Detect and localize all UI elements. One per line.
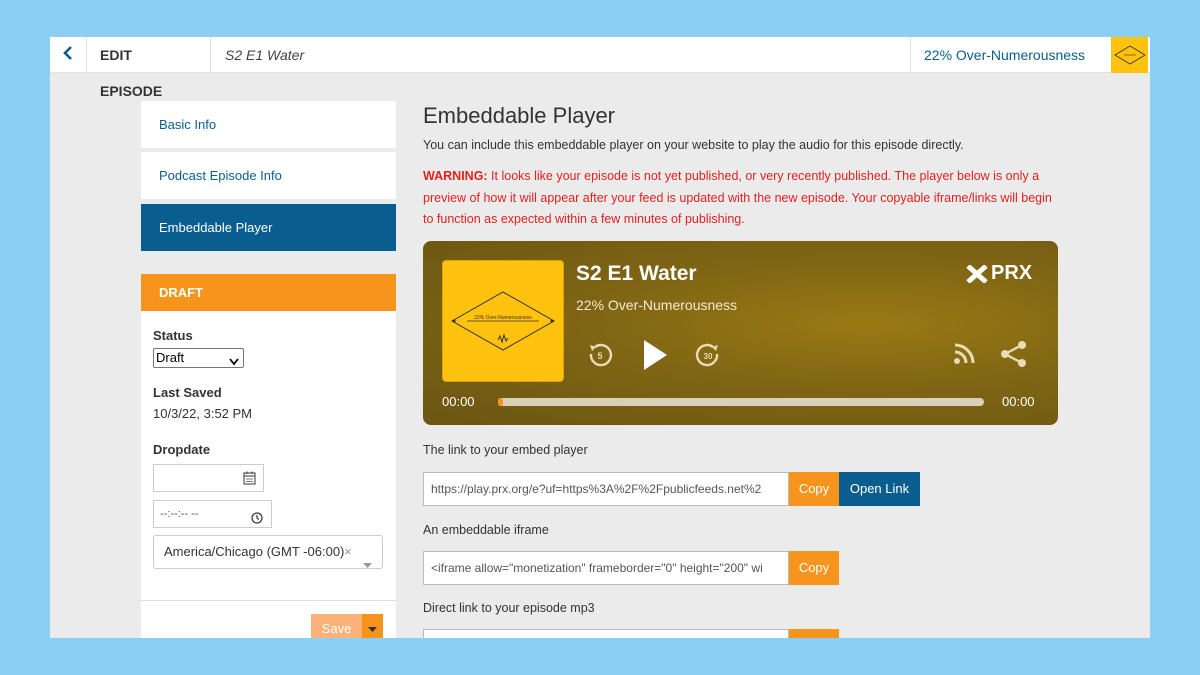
- sidebar-item-basic-info[interactable]: Basic Info: [141, 101, 396, 148]
- chevron-left-icon: [62, 45, 74, 65]
- forward-button[interactable]: 30: [693, 339, 723, 369]
- rewind-button[interactable]: 5: [585, 339, 615, 369]
- status-value: Draft: [156, 350, 185, 365]
- app-window: EDIT EPISODE S2 E1 Water 22% Over-Numero…: [50, 37, 1150, 638]
- iframe-field[interactable]: <iframe allow="monetization" frameborder…: [423, 551, 789, 585]
- status-select[interactable]: Draft: [153, 348, 244, 368]
- iframe-label: An embeddable iframe: [423, 523, 549, 537]
- prx-logo-text: PRX: [991, 262, 1033, 284]
- mp3-link-label: Direct link to your episode mp3: [423, 601, 595, 615]
- dropdate-label: Dropdate: [153, 442, 211, 457]
- warning-text: It looks like your episode is not yet pu…: [423, 169, 1052, 226]
- chevron-down-icon: [363, 549, 372, 581]
- open-link-button[interactable]: Open Link: [839, 472, 920, 506]
- prx-logo: PRX: [966, 262, 1032, 285]
- timezone-select[interactable]: America/Chicago (GMT -06:00) ×: [153, 535, 383, 569]
- copy-mp3-button[interactable]: [789, 629, 839, 638]
- share-button[interactable]: [999, 339, 1029, 369]
- warning-prefix: WARNING:: [423, 169, 488, 183]
- episode-title: S2 E1 Water: [225, 47, 305, 63]
- podcast-thumbnail[interactable]: [1111, 37, 1148, 73]
- artwork-graphic: 22% Over-Numerousness: [450, 291, 556, 351]
- clock-icon[interactable]: [251, 508, 263, 534]
- embed-link-label: The link to your embed player: [423, 443, 588, 457]
- caret-down-icon: [368, 620, 377, 638]
- save-button[interactable]: Save: [311, 614, 362, 638]
- play-button[interactable]: [639, 338, 671, 372]
- time-input[interactable]: --:--:-- --: [153, 500, 272, 528]
- copy-link-button[interactable]: Copy: [789, 472, 839, 506]
- podcast-link[interactable]: 22% Over-Numerousness: [910, 37, 1111, 73]
- total-time: 00:00: [1002, 394, 1035, 409]
- date-input[interactable]: [153, 464, 264, 492]
- rss-button[interactable]: [951, 341, 977, 367]
- save-dropdown-button[interactable]: [362, 614, 383, 638]
- embed-player-preview: 22% Over-Numerousness S2 E1 Water 22% Ov…: [423, 241, 1058, 425]
- progress-fill: [498, 398, 503, 406]
- rewind-icon: 5: [589, 343, 613, 367]
- calendar-icon[interactable]: [243, 471, 256, 490]
- copy-iframe-button[interactable]: Copy: [789, 551, 839, 585]
- mp3-link-field[interactable]: [423, 629, 789, 638]
- play-icon: [644, 340, 667, 370]
- time-placeholder: --:--:-- --: [160, 508, 199, 520]
- artwork-label: 22% Over-Numerousness: [474, 315, 532, 321]
- clear-icon[interactable]: ×: [344, 536, 352, 568]
- divider: [141, 600, 396, 601]
- episode-artwork: 22% Over-Numerousness: [442, 260, 564, 382]
- section-title: Embeddable Player: [423, 103, 616, 128]
- current-time: 00:00: [442, 394, 475, 409]
- status-label: Status: [153, 328, 193, 343]
- embed-link-field[interactable]: https://play.prx.org/e?uf=https%3A%2F%2F…: [423, 472, 789, 506]
- section-description: You can include this embeddable player o…: [423, 138, 964, 152]
- player-podcast-name: 22% Over-Numerousness: [576, 297, 738, 313]
- publish-warning: WARNING: It looks like your episode is n…: [423, 166, 1063, 231]
- page-title: EDIT EPISODE: [87, 37, 211, 99]
- back-button[interactable]: [50, 37, 87, 73]
- forward-icon: 30: [695, 343, 719, 367]
- sidebar-item-embeddable-player[interactable]: Embeddable Player: [141, 204, 396, 251]
- progress-bar[interactable]: [498, 398, 984, 406]
- forward-seconds: 30: [704, 352, 713, 361]
- sidebar-item-podcast-episode-info[interactable]: Podcast Episode Info: [141, 152, 396, 199]
- share-icon: [1001, 341, 1026, 367]
- rss-icon: [954, 343, 975, 364]
- last-saved-label: Last Saved: [153, 385, 222, 400]
- top-bar: EDIT EPISODE S2 E1 Water 22% Over-Numero…: [50, 37, 1150, 99]
- timezone-value: America/Chicago (GMT -06:00): [164, 544, 345, 559]
- draft-heading: DRAFT: [141, 274, 396, 311]
- rewind-seconds: 5: [597, 351, 602, 361]
- status-panel: DRAFT Status Draft Last Saved 10/3/22, 3…: [141, 274, 396, 638]
- last-saved-value: 10/3/22, 3:52 PM: [153, 406, 253, 421]
- prx-x-icon: [966, 264, 988, 283]
- player-episode-title: S2 E1 Water: [576, 262, 697, 285]
- chevron-down-icon: [229, 353, 239, 371]
